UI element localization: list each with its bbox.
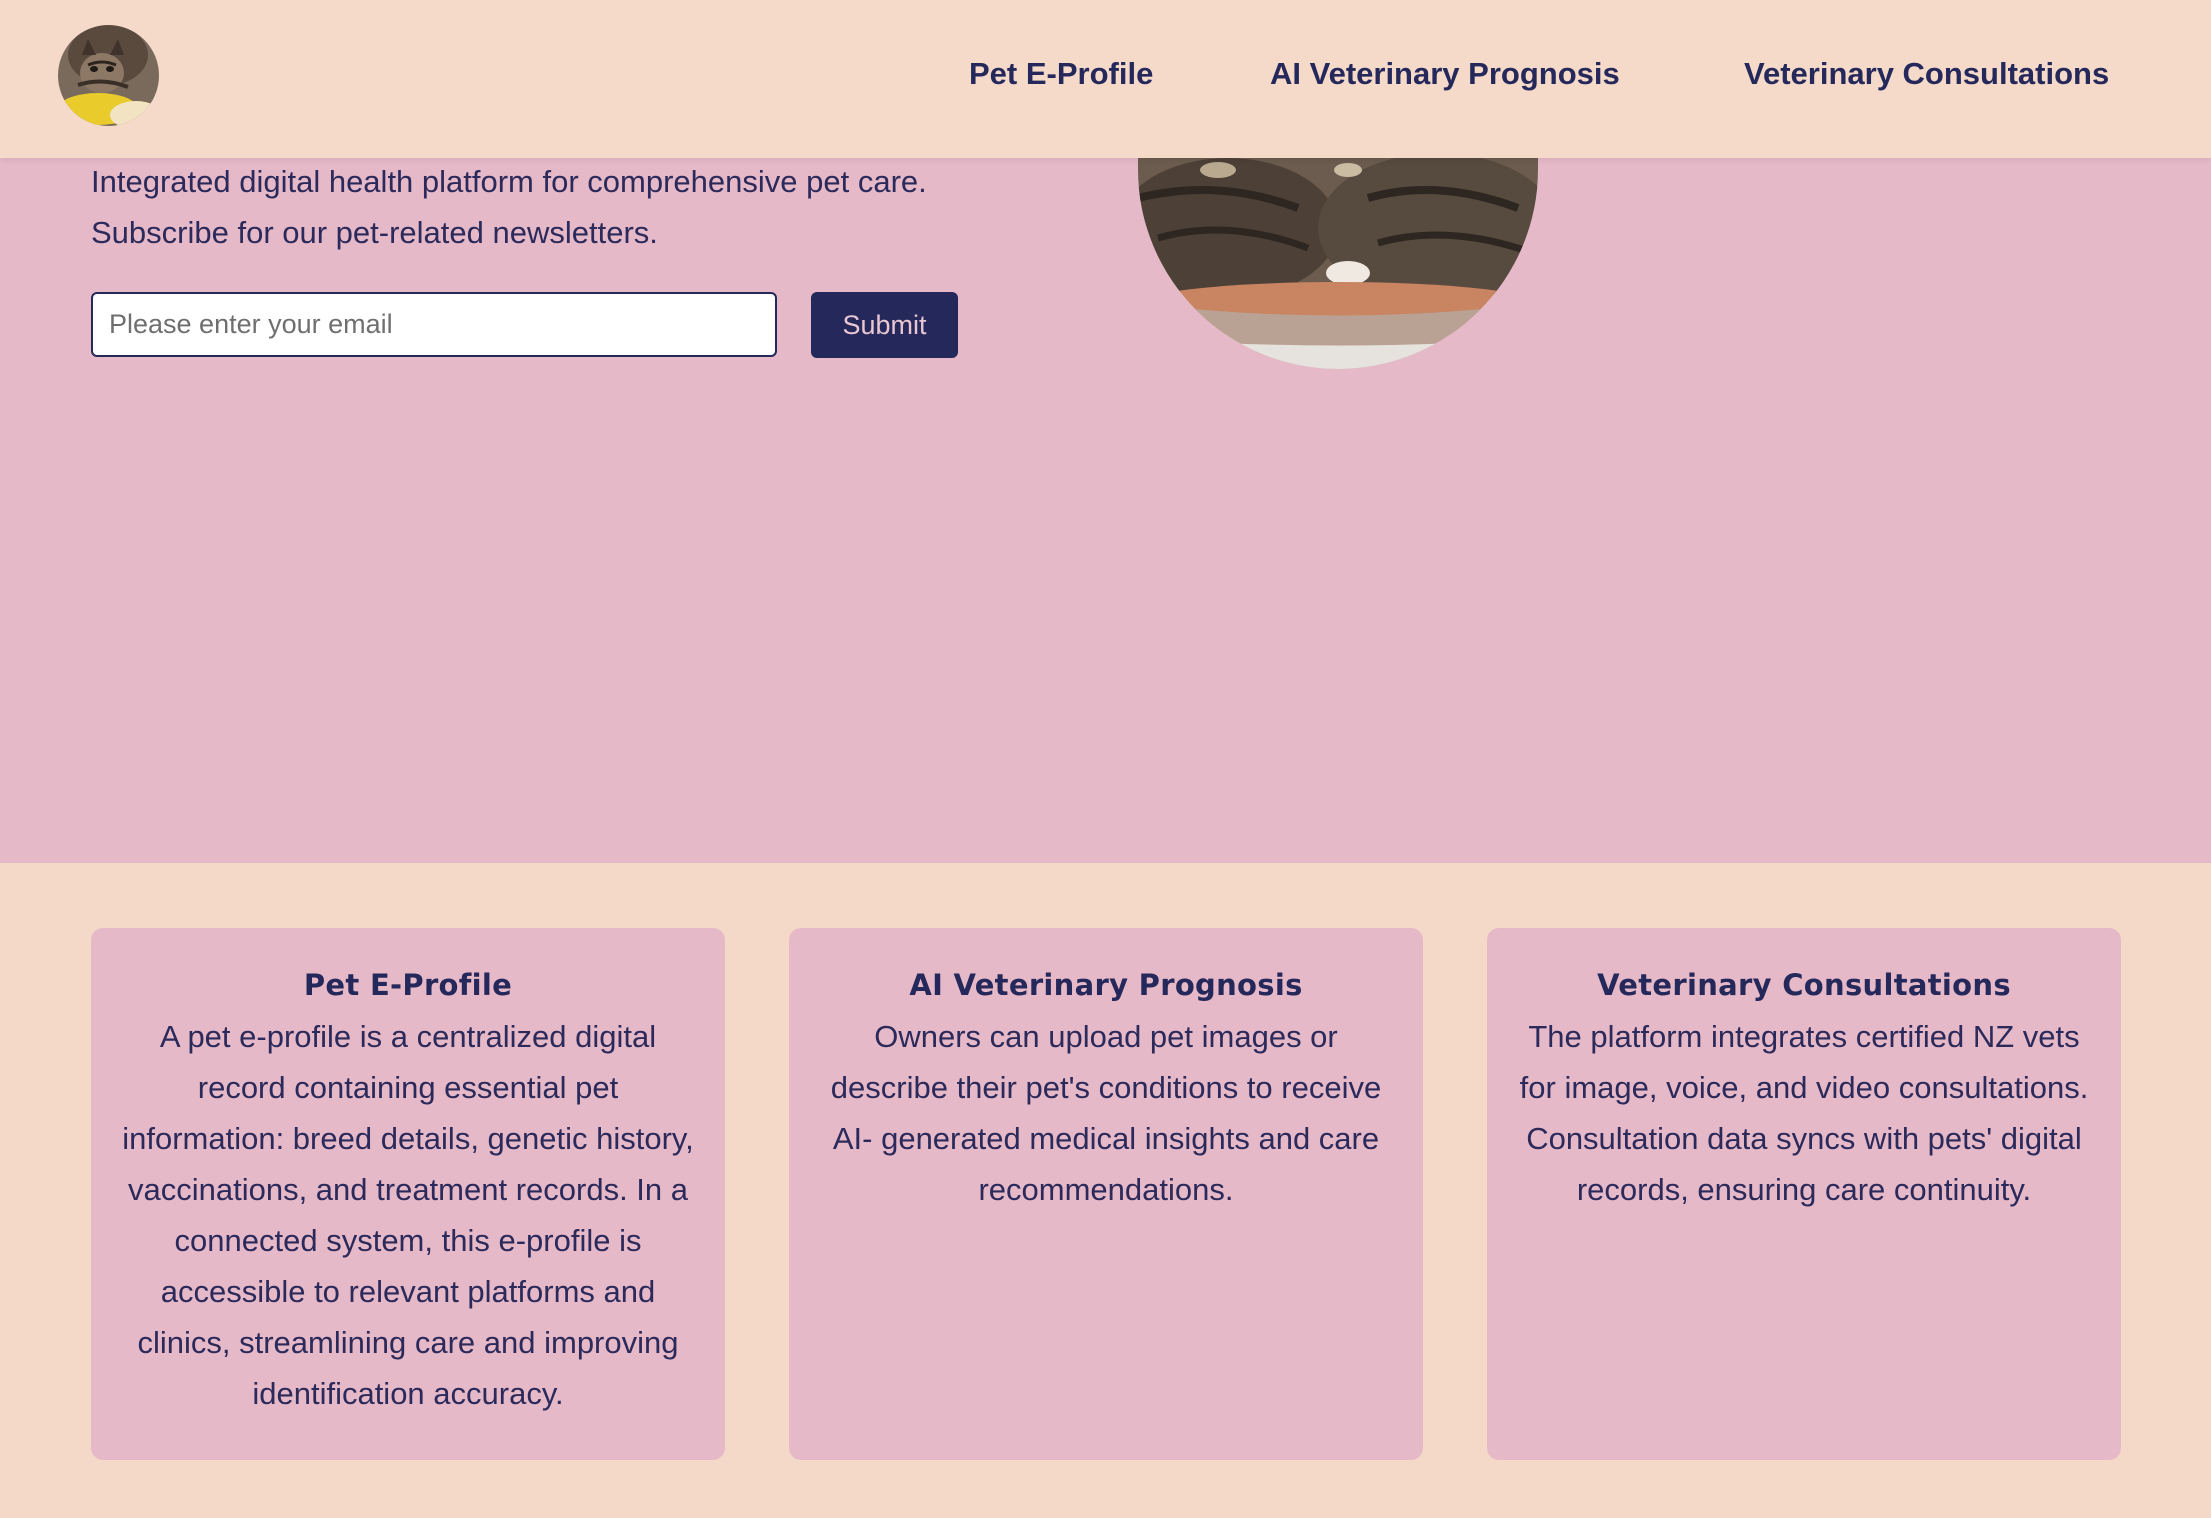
feature-card-veterinary-consultations: Veterinary Consultations The platform in… bbox=[1487, 928, 2121, 1460]
email-input[interactable] bbox=[91, 292, 777, 357]
cat-logo-icon[interactable] bbox=[58, 25, 159, 126]
nav-link-ai-veterinary-prognosis[interactable]: AI Veterinary Prognosis bbox=[1270, 56, 1620, 92]
cats-photo bbox=[1138, 158, 1538, 369]
submit-button[interactable]: Submit bbox=[811, 292, 958, 358]
nav-link-veterinary-consultations[interactable]: Veterinary Consultations bbox=[1744, 56, 2109, 92]
card-description: The platform integrates certified NZ vet… bbox=[1519, 1018, 2089, 1207]
feature-card-ai-veterinary-prognosis: AI Veterinary Prognosis Owners can uploa… bbox=[789, 928, 1423, 1460]
hero-section: Integrated digital health platform for c… bbox=[0, 158, 2211, 863]
card-description: A pet e-profile is a centralized digital… bbox=[122, 1018, 694, 1411]
hero-tagline: Integrated digital health platform for c… bbox=[91, 164, 927, 199]
card-title: AI Veterinary Prognosis bbox=[909, 968, 1303, 1002]
site-header: Pet E-Profile AI Veterinary Prognosis Ve… bbox=[0, 0, 2211, 158]
feature-card-pet-e-profile: Pet E-Profile A pet e-profile is a centr… bbox=[91, 928, 725, 1460]
card-title: Pet E-Profile bbox=[303, 968, 513, 1002]
card-description: Owners can upload pet images or describe… bbox=[830, 1018, 1382, 1207]
card-title: Veterinary Consultations bbox=[1597, 968, 2011, 1002]
nav-link-pet-e-profile[interactable]: Pet E-Profile bbox=[969, 56, 1153, 92]
newsletter-prompt: Subscribe for our pet-related newsletter… bbox=[91, 215, 658, 250]
